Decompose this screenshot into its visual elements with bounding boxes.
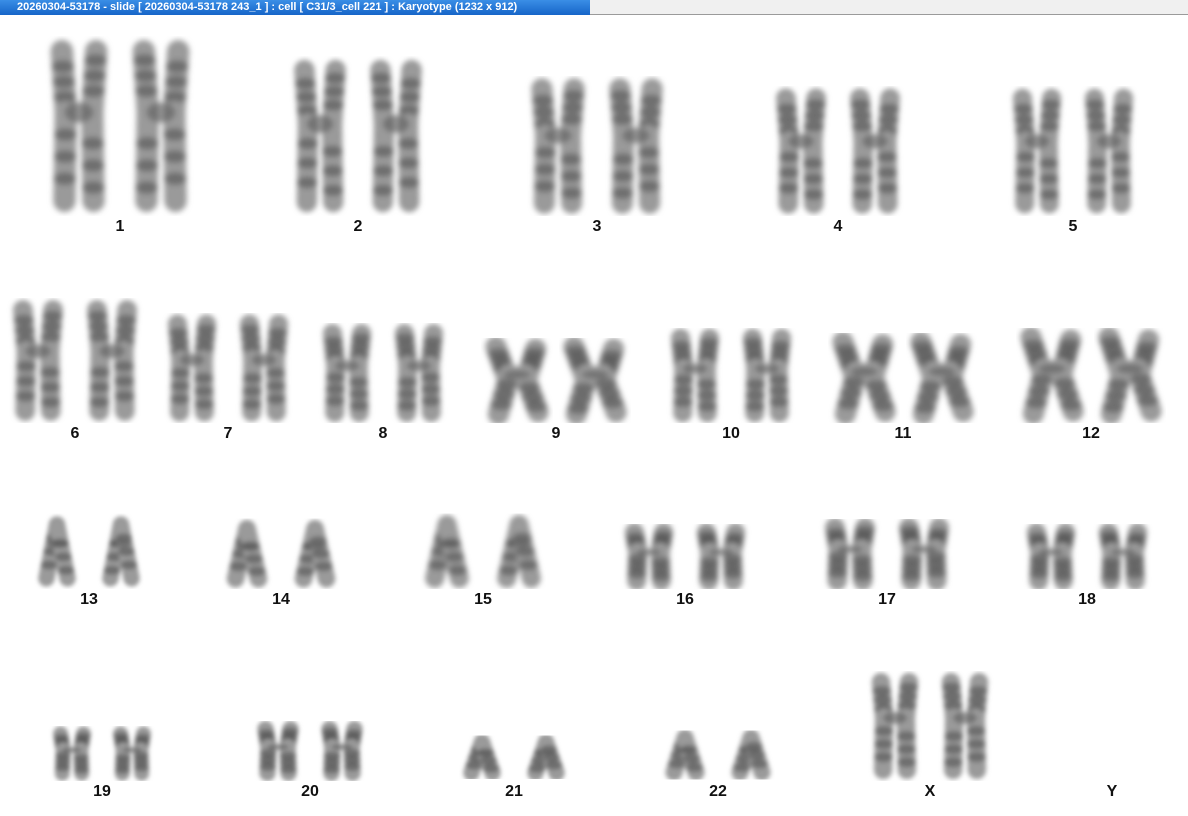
chromosome-pair-21[interactable]: 21 — [463, 16, 565, 800]
chromosome-pair-8[interactable]: 8 — [322, 16, 444, 442]
window-title: 20260304-53178 - slide [ 20260304-53178 … — [0, 0, 590, 15]
chromosome-pair-X[interactable]: X — [871, 16, 989, 800]
chromosome-19-b[interactable] — [105, 726, 159, 786]
chromosome-label-3: 3 — [592, 218, 602, 235]
chromosome-19-a[interactable] — [45, 726, 99, 786]
chromosome-X-b[interactable] — [933, 671, 997, 786]
chromosome-pair-16[interactable]: 16 — [624, 16, 746, 608]
chromosome-5-b[interactable] — [1076, 86, 1142, 221]
chromosome-pair-4[interactable]: 4 — [776, 16, 900, 235]
chromosome-20-b[interactable] — [313, 720, 371, 786]
chromosome-22-b[interactable] — [721, 726, 781, 786]
chromosome-label-22: 22 — [709, 783, 727, 800]
chromosome-2-a[interactable] — [285, 56, 355, 221]
chromosome-13-a[interactable] — [28, 509, 86, 594]
chromosome-label-10: 10 — [722, 425, 740, 442]
chromosome-9-b[interactable] — [559, 336, 631, 428]
chromosome-pair-6[interactable]: 6 — [13, 16, 137, 442]
chromosome-label-6: 6 — [70, 425, 80, 442]
chromosome-17-a[interactable] — [816, 517, 884, 594]
chromosome-pair-9[interactable]: 9 — [485, 16, 627, 442]
chromosome-3-a[interactable] — [522, 76, 594, 221]
chromosome-label-5: 5 — [1068, 218, 1078, 235]
chromosome-3-b[interactable] — [600, 76, 672, 221]
chromosome-2-b[interactable] — [361, 56, 431, 221]
chromosome-20-a[interactable] — [249, 720, 307, 786]
chromosome-label-1: 1 — [115, 218, 125, 235]
chromosome-pair-10[interactable]: 10 — [670, 16, 792, 442]
karyotype-canvas: 1 2 3 4 5 6 7 8 9 10 11 12 13 14 15 16 17 18 19 20 21 22 X Y — [0, 16, 1188, 816]
chromosome-pair-14[interactable]: 14 — [226, 16, 336, 608]
chromosome-6-b[interactable] — [78, 298, 146, 428]
chromosome-label-X: X — [924, 783, 936, 800]
chromosome-14-b[interactable] — [284, 514, 346, 594]
chromosome-pair-22[interactable]: 22 — [665, 16, 771, 800]
chromosome-pair-1[interactable]: 1 — [50, 16, 190, 235]
chromosome-7-b[interactable] — [231, 313, 297, 428]
chromosome-pair-3[interactable]: 3 — [531, 16, 663, 235]
chromosome-label-7: 7 — [223, 425, 233, 442]
chromosome-18-b[interactable] — [1090, 522, 1156, 594]
chromosome-8-b[interactable] — [386, 323, 452, 428]
chromosome-label-18: 18 — [1078, 591, 1096, 608]
chromosome-12-b[interactable] — [1094, 326, 1166, 428]
chromosome-pair-Y[interactable]: Y — [1107, 16, 1118, 800]
chromosome-pair-11[interactable]: 11 — [832, 16, 974, 442]
chromosome-13-b[interactable] — [92, 509, 150, 594]
chromosome-9-a[interactable] — [481, 336, 553, 428]
chromosome-label-19: 19 — [93, 783, 111, 800]
chromosome-6-a[interactable] — [4, 298, 72, 428]
chromosome-pair-5[interactable]: 5 — [1012, 16, 1134, 235]
chromosome-label-16: 16 — [676, 591, 694, 608]
chromosome-4-b[interactable] — [841, 86, 909, 221]
chromosome-16-a[interactable] — [616, 522, 682, 594]
chromosome-label-13: 13 — [80, 591, 98, 608]
chromosome-pair-19[interactable]: 19 — [53, 16, 151, 800]
chromosome-12-a[interactable] — [1016, 326, 1088, 428]
chromosome-label-17: 17 — [878, 591, 896, 608]
chromosome-label-Y: Y — [1106, 783, 1118, 800]
chromosome-15-a[interactable] — [414, 509, 480, 594]
chromosome-label-2: 2 — [353, 218, 363, 235]
chromosome-label-21: 21 — [505, 783, 523, 800]
chromosome-10-b[interactable] — [734, 328, 800, 428]
chromosome-15-b[interactable] — [486, 509, 552, 594]
chromosome-pair-15[interactable]: 15 — [425, 16, 541, 608]
chromosome-pair-2[interactable]: 2 — [294, 16, 422, 235]
chromosome-pair-7[interactable]: 7 — [167, 16, 289, 442]
chromosome-18-a[interactable] — [1018, 522, 1084, 594]
chromosome-label-20: 20 — [301, 783, 319, 800]
chromosome-X-a[interactable] — [863, 671, 927, 786]
chromosome-21-b[interactable] — [517, 731, 575, 786]
chromosome-7-a[interactable] — [159, 313, 225, 428]
chromosome-label-12: 12 — [1082, 425, 1100, 442]
chromosome-label-15: 15 — [474, 591, 492, 608]
chromosome-pair-12[interactable]: 12 — [1020, 16, 1162, 442]
chromosome-11-a[interactable] — [828, 331, 900, 428]
chromosome-label-4: 4 — [833, 218, 843, 235]
chromosome-21-a[interactable] — [453, 731, 511, 786]
chromosome-10-a[interactable] — [662, 328, 728, 428]
chromosome-14-a[interactable] — [216, 514, 278, 594]
chromosome-pair-13[interactable]: 13 — [38, 16, 140, 608]
chromosome-8-a[interactable] — [314, 323, 380, 428]
chromosome-pair-18[interactable]: 18 — [1026, 16, 1148, 608]
chromosome-pair-17[interactable]: 17 — [825, 16, 949, 608]
chromosome-label-14: 14 — [272, 591, 290, 608]
chromosome-22-a[interactable] — [655, 726, 715, 786]
title-bar-background — [590, 0, 1188, 15]
chromosome-11-b[interactable] — [906, 331, 978, 428]
chromosome-4-a[interactable] — [767, 86, 835, 221]
chromosome-pair-20[interactable]: 20 — [257, 16, 363, 800]
chromosome-1-a[interactable] — [41, 36, 117, 221]
chromosome-label-11: 11 — [894, 425, 912, 442]
chromosome-label-8: 8 — [378, 425, 388, 442]
chromosome-17-b[interactable] — [890, 517, 958, 594]
chromosome-label-9: 9 — [551, 425, 561, 442]
chromosome-16-b[interactable] — [688, 522, 754, 594]
chromosome-1-b[interactable] — [123, 36, 199, 221]
chromosome-5-a[interactable] — [1004, 86, 1070, 221]
